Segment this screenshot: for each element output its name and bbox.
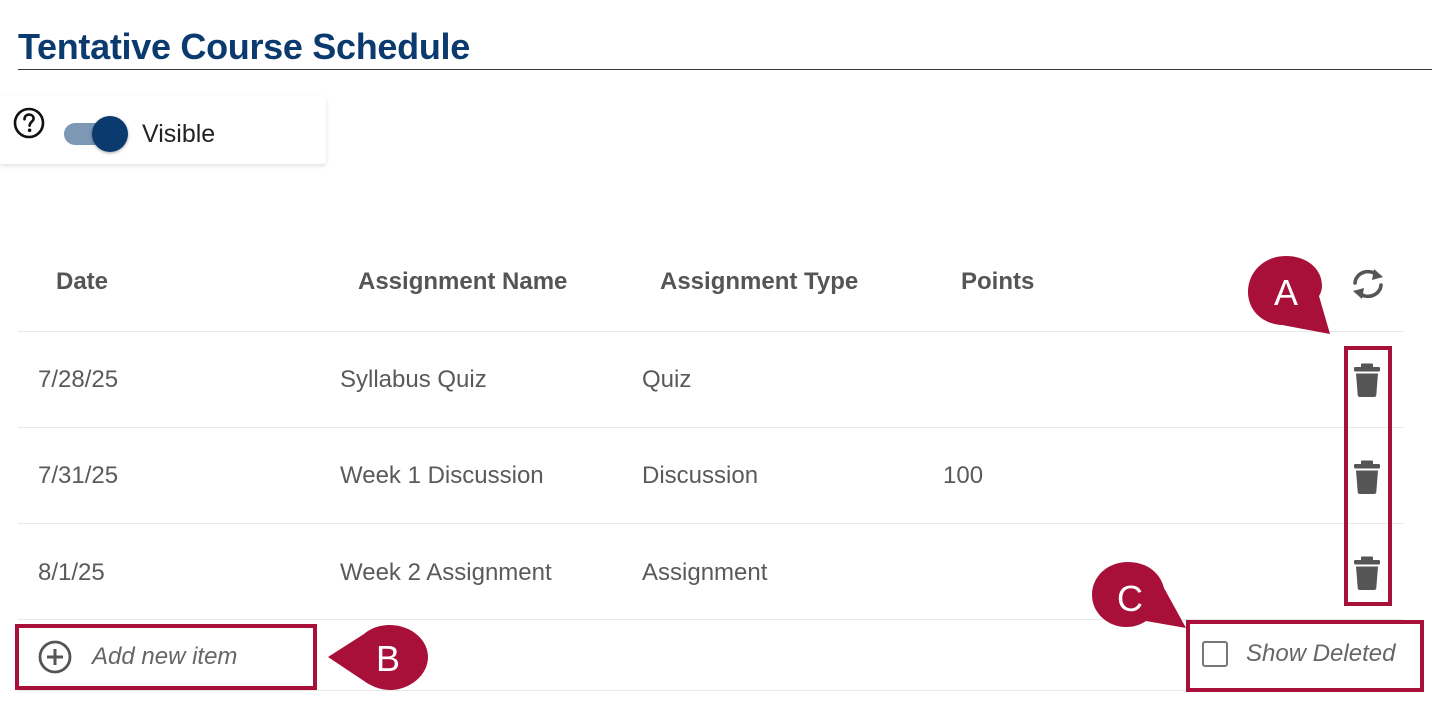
header-assignment-type[interactable]: Assignment Type	[660, 268, 858, 296]
table-divider	[18, 523, 1404, 524]
header-points[interactable]: Points	[961, 268, 1034, 296]
cell-date: 7/28/25	[38, 366, 119, 393]
table-divider	[18, 331, 1404, 332]
cell-assignment-type: Quiz	[642, 366, 692, 393]
highlight-box-c	[1186, 620, 1424, 692]
cell-date: 8/1/25	[38, 559, 105, 586]
toggle-knob	[92, 116, 128, 152]
callout-label-b: B	[375, 638, 400, 679]
refresh-icon[interactable]	[1347, 266, 1389, 302]
title-divider	[18, 69, 1432, 70]
callout-label-c: C	[1117, 578, 1143, 619]
visibility-label: Visible	[142, 120, 216, 148]
page-title: Tentative Course Schedule	[18, 26, 470, 67]
visibility-toggle[interactable]	[64, 116, 130, 152]
cell-date: 7/31/25	[38, 462, 119, 489]
header-assignment-name[interactable]: Assignment Name	[358, 268, 567, 296]
cell-assignment-name: Syllabus Quiz	[340, 366, 487, 393]
cell-assignment-type: Assignment	[642, 559, 768, 586]
highlight-box-b	[15, 624, 317, 690]
cell-assignment-name: Week 1 Discussion	[340, 462, 544, 489]
cell-points: 100	[943, 462, 984, 489]
header-date[interactable]: Date	[56, 268, 108, 296]
help-icon[interactable]	[12, 106, 46, 140]
cell-assignment-type: Discussion	[642, 462, 759, 489]
table-divider	[18, 427, 1404, 428]
highlight-box-a	[1344, 346, 1392, 606]
callout-label-a: A	[1273, 272, 1298, 313]
cell-assignment-name: Week 2 Assignment	[340, 559, 552, 586]
